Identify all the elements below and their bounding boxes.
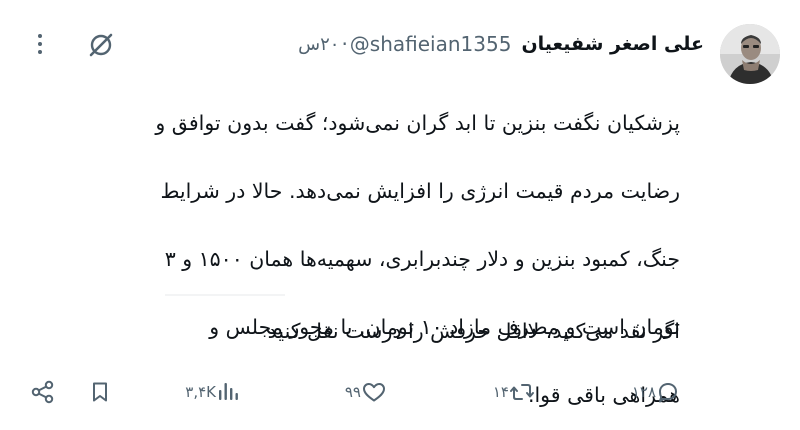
grok-icon[interactable] [86,30,116,60]
share-button[interactable] [30,372,56,412]
repost-count: ۱۴ [492,383,509,401]
timestamp[interactable]: ۲۰س [298,34,339,55]
divider [165,294,285,296]
views-count: ۳,۴K [185,383,216,401]
separator-dot: · [341,32,348,56]
tweet-body-line: جنگ، کمبود بنزین و دلار چندبرابری، سهمیه… [164,247,680,271]
display-name[interactable]: علی اصغر شفیعیان [521,33,704,55]
like-button[interactable]: ۹۹ [337,372,387,412]
views-chart-icon [216,380,240,404]
tweet-actions: ۱۲۸ ۱۴ ۹۹ ۳,۴K [0,372,800,412]
bookmark-icon [88,380,112,404]
heart-icon [361,380,387,404]
avatar[interactable] [720,24,780,84]
user-handle[interactable]: @shafieian1355 [350,32,512,56]
like-count: ۹۹ [344,383,361,401]
bookmark-button[interactable] [88,372,112,412]
tweet-header: علی اصغر شفیعیان @shafieian1355 · ۲۰س [298,30,704,58]
repost-icon [509,380,535,404]
tweet-closing-line: اگر نقد می‌کنید، لااقل حرفش را درست نقل … [267,319,680,343]
reply-button[interactable]: ۱۲۸ [624,372,680,412]
reply-icon [656,380,680,404]
tweet-card[interactable]: علی اصغر شفیعیان @shafieian1355 · ۲۰س پز… [0,0,800,430]
repost-button[interactable]: ۱۴ [485,372,535,412]
tweet-body-line: پزشکیان نگفت بنزین تا ابد گران نمی‌شود؛ … [155,111,680,135]
tweet-body-line: رضایت مردم قیمت انرژی را افزایش نمی‌دهد.… [160,179,680,203]
avatar-photo [720,24,780,84]
reply-count: ۱۲۸ [631,383,656,401]
views-button[interactable]: ۳,۴K [177,372,240,412]
more-dots-icon[interactable] [30,30,50,60]
share-icon [30,380,56,404]
